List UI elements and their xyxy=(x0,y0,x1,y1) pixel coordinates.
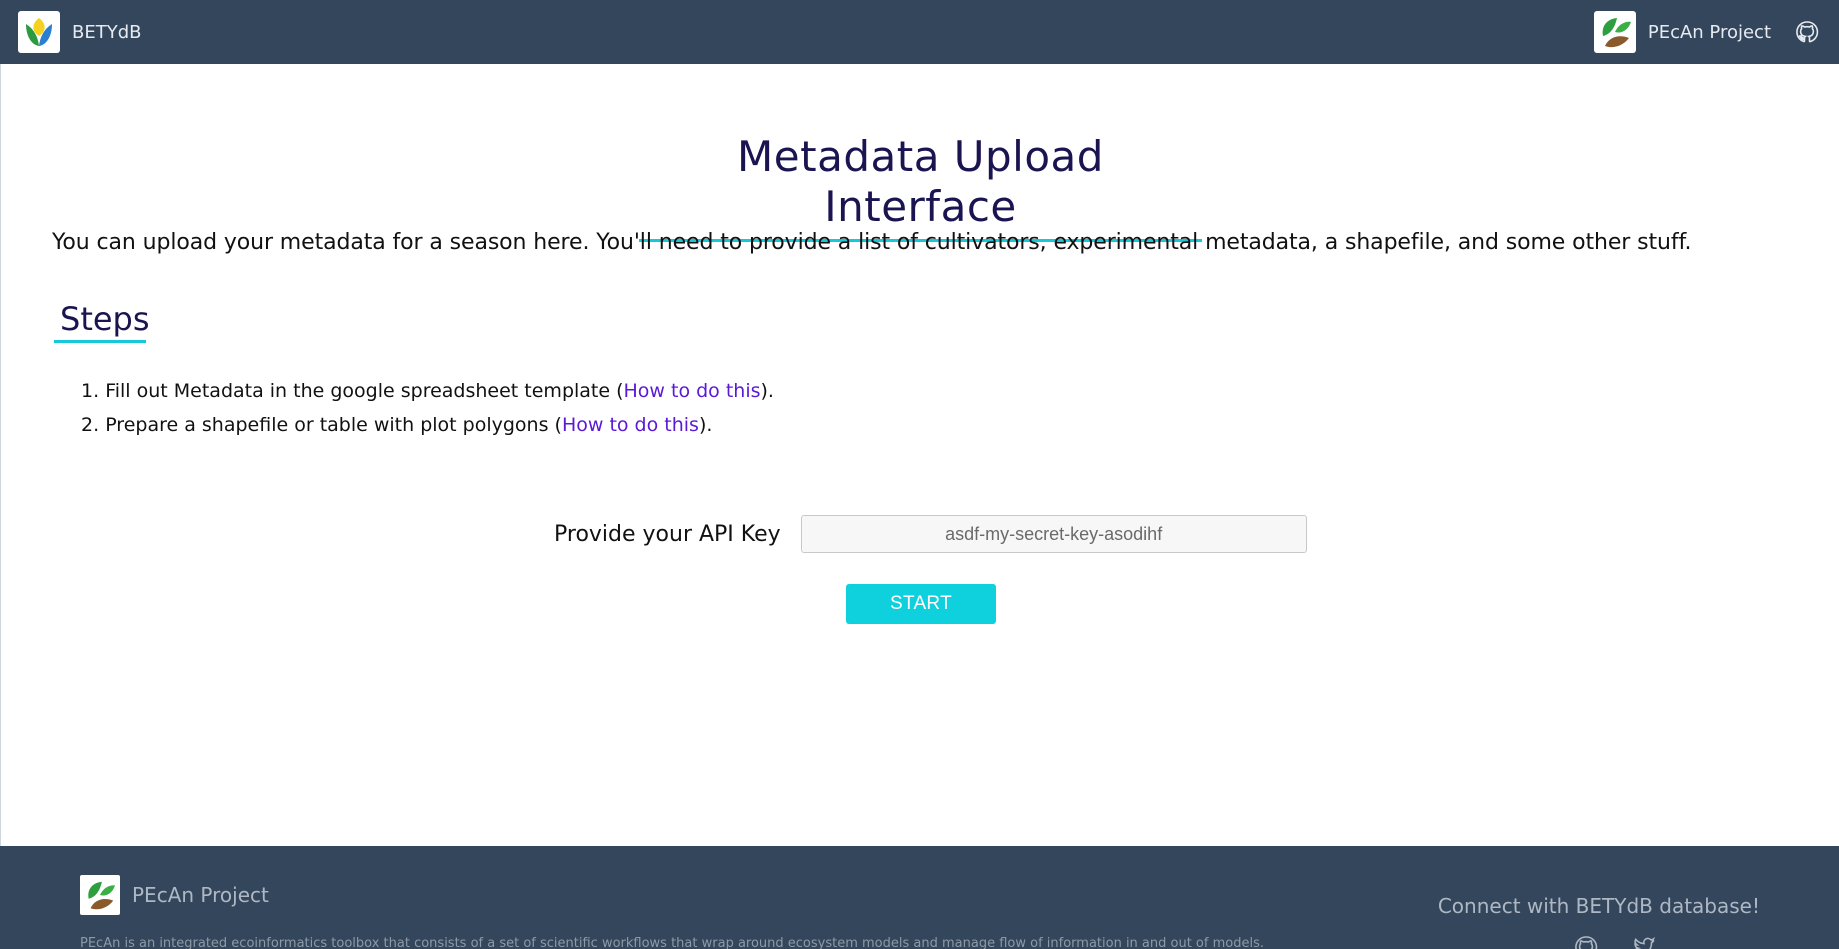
betydb-leaf-icon xyxy=(26,18,52,46)
step-text-end: ). xyxy=(760,380,774,402)
step-text: Fill out Metadata in the google spreadsh… xyxy=(105,380,624,402)
betydb-logo[interactable] xyxy=(18,11,60,53)
step-text-end: ). xyxy=(698,414,713,436)
step-item: 2. Prepare a shapefile or table with plo… xyxy=(81,408,774,442)
top-navbar: BETYdB PEcAn Project xyxy=(0,0,1839,64)
footer-social-icons xyxy=(1571,932,1687,949)
api-key-input[interactable] xyxy=(800,515,1307,553)
footer-brand-name[interactable]: PEcAn Project xyxy=(132,883,269,907)
how-to-link[interactable]: How to do this xyxy=(624,380,761,402)
footer-brand: PEcAn Project xyxy=(80,875,269,915)
pecan-leaf-icon xyxy=(1602,18,1631,48)
step-number: 2. xyxy=(81,414,100,436)
page-title: Metadata Upload Interface xyxy=(737,132,1104,232)
step-text: Prepare a shapefile or table with plot p… xyxy=(105,414,562,436)
navbar-right: PEcAn Project xyxy=(1593,11,1821,53)
brand-name[interactable]: BETYdB xyxy=(72,22,142,43)
start-button[interactable]: START xyxy=(846,584,996,624)
footer-description: PEcAn is an integrated ecoinformatics to… xyxy=(80,936,1264,949)
steps-heading-block: Steps xyxy=(54,300,150,344)
step-number: 1. xyxy=(81,380,100,402)
steps-heading: Steps xyxy=(60,300,150,338)
twitter-icon[interactable] xyxy=(1629,932,1659,949)
pecan-leaf-icon xyxy=(88,881,116,910)
footer-pecan-logo[interactable] xyxy=(80,875,120,915)
main-content: Metadata Upload Interface You can upload… xyxy=(0,64,1839,846)
github-icon[interactable] xyxy=(1793,18,1821,46)
how-to-link[interactable]: How to do this xyxy=(562,414,699,436)
github-icon[interactable] xyxy=(1571,932,1601,949)
api-key-row: Provide your API Key xyxy=(554,515,1307,553)
pecan-project-link[interactable]: PEcAn Project xyxy=(1648,22,1771,43)
intro-text: You can upload your metadata for a seaso… xyxy=(52,230,1692,255)
steps-list: 1. Fill out Metadata in the google sprea… xyxy=(81,374,774,442)
footer-connect-text: Connect with BETYdB database! xyxy=(1437,894,1760,918)
step-item: 1. Fill out Metadata in the google sprea… xyxy=(81,374,774,408)
steps-underline xyxy=(54,340,146,344)
api-key-label: Provide your API Key xyxy=(554,521,781,547)
footer: PEcAn Project PEcAn is an integrated eco… xyxy=(0,846,1839,949)
title-block: Metadata Upload Interface xyxy=(639,132,1202,242)
pecan-logo[interactable] xyxy=(1593,11,1636,53)
